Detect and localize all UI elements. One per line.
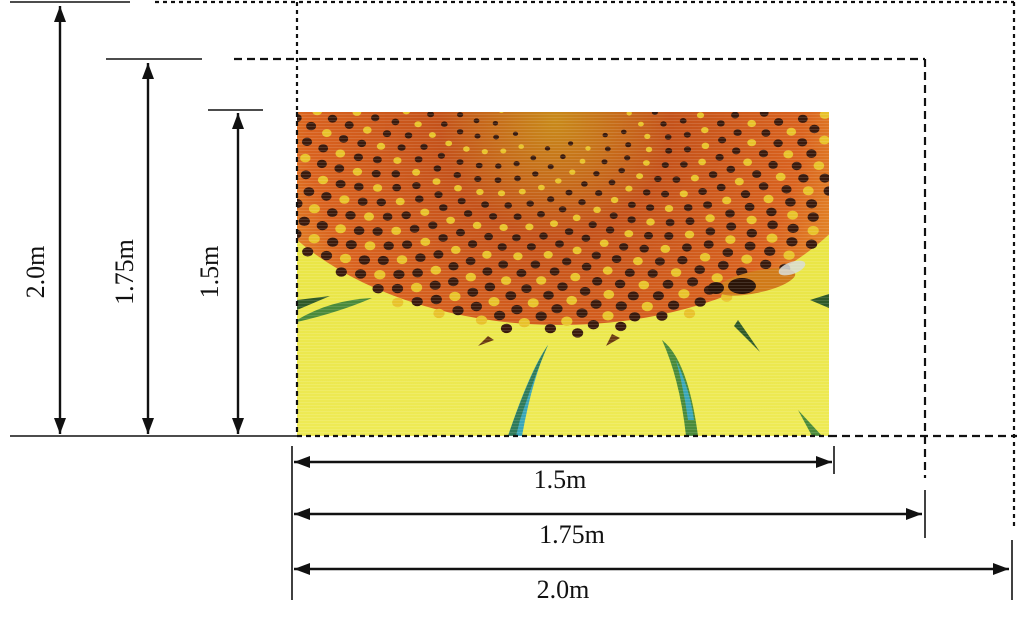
horizontal-dim-label-1-5m: 1.5m — [534, 465, 587, 494]
vertical-dim-arrow-1-75m-arrowhead — [142, 63, 154, 79]
horizontal-dim-label-2-0m: 2.0m — [537, 575, 590, 604]
vertical-dim-arrow-1-75m — [142, 63, 154, 434]
horizontal-dim-arrow-1-75m-arrowhead — [906, 508, 922, 520]
screen-size-diagram: 2.0m 1.75m 1.5m 1.5m 1.75m 2.0m — [10, 0, 1017, 604]
vertical-dim-arrow-1-75m-arrowhead — [142, 418, 154, 434]
vertical-dim-arrow-2-0m-arrowhead — [54, 418, 66, 434]
sunflower-photo — [297, 112, 829, 436]
vertical-dim-label-1-75m: 1.75m — [110, 239, 139, 305]
vertical-dim-label-1-5m: 1.5m — [195, 246, 224, 299]
vertical-dim-arrow-1-5m-arrowhead — [232, 418, 244, 434]
horizontal-dim-arrow-1-75m-arrowhead — [294, 508, 310, 520]
horizontal-dim-arrow-2-0m-arrowhead — [993, 563, 1009, 575]
vertical-dim-label-2-0m: 2.0m — [21, 246, 50, 299]
horizontal-dim-arrow-2-0m-arrowhead — [294, 563, 310, 575]
horizontal-dim-arrow-2-0m — [294, 563, 1009, 575]
vertical-dim-arrow-2-0m-arrowhead — [54, 6, 66, 22]
horizontal-dim-arrow-1-5m-arrowhead — [816, 456, 832, 468]
vertical-dim-arrow-2-0m — [54, 6, 66, 434]
horizontal-dim-arrow-1-75m — [294, 508, 922, 520]
horizontal-dim-arrow-1-5m-arrowhead — [294, 456, 310, 468]
vertical-dim-arrow-1-5m-arrowhead — [232, 113, 244, 129]
horizontal-dim-label-1-75m: 1.75m — [539, 520, 605, 549]
vertical-dim-arrow-1-5m — [232, 113, 244, 434]
